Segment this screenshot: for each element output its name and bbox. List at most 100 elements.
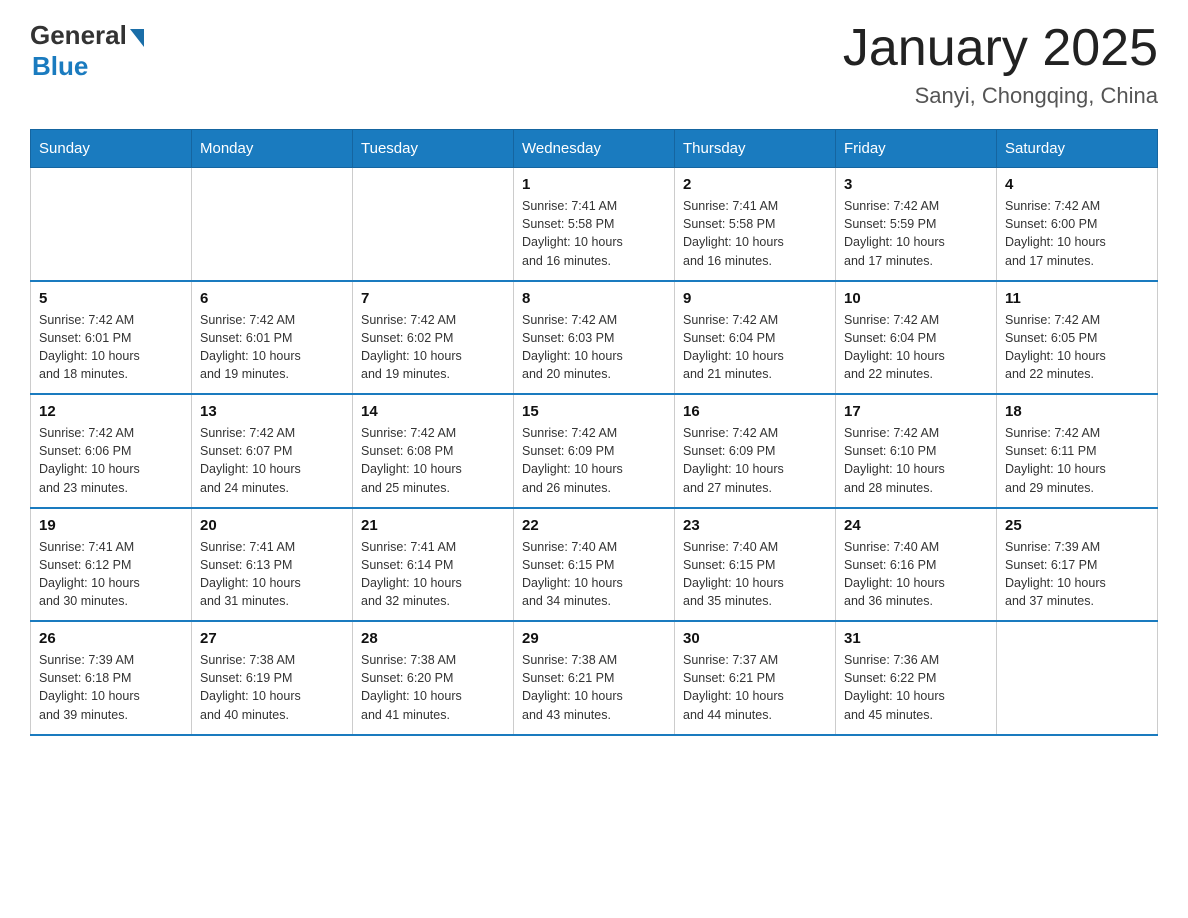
day-number: 5 [39,290,183,307]
day-number: 23 [683,517,827,534]
calendar-cell: 31 Sunrise: 7:36 AM Sunset: 6:22 PM Dayli… [836,621,997,735]
day-number: 8 [522,290,666,307]
day-number: 22 [522,517,666,534]
calendar-cell: 23 Sunrise: 7:40 AM Sunset: 6:15 PM Dayli… [675,508,836,622]
day-info: Sunrise: 7:42 AM Sunset: 6:01 PM Dayligh… [39,311,183,384]
calendar-week-2: 5 Sunrise: 7:42 AM Sunset: 6:01 PM Daylig… [31,281,1158,395]
day-info: Sunrise: 7:42 AM Sunset: 6:07 PM Dayligh… [200,424,344,497]
day-info: Sunrise: 7:42 AM Sunset: 6:03 PM Dayligh… [522,311,666,384]
calendar-cell: 19 Sunrise: 7:41 AM Sunset: 6:12 PM Dayli… [31,508,192,622]
day-number: 10 [844,290,988,307]
calendar-cell: 17Sunrise: 7:42 AM Sunset: 6:10 PM Dayli… [836,394,997,508]
logo-arrow-icon [130,29,144,47]
day-info: Sunrise: 7:42 AM Sunset: 6:04 PM Dayligh… [683,311,827,384]
calendar-week-4: 19 Sunrise: 7:41 AM Sunset: 6:12 PM Dayli… [31,508,1158,622]
calendar-header-tuesday: Tuesday [353,130,514,168]
calendar-cell: 26 Sunrise: 7:39 AM Sunset: 6:18 PM Dayli… [31,621,192,735]
calendar-header-row: SundayMondayTuesdayWednesdayThursdayFrid… [31,130,1158,168]
calendar-cell [192,168,353,281]
day-number: 2 [683,176,827,193]
day-info: Sunrise: 7:42 AM Sunset: 5:59 PM Dayligh… [844,197,988,270]
day-info: Sunrise: 7:42 AM Sunset: 6:09 PM Dayligh… [683,424,827,497]
calendar-subtitle: Sanyi, Chongqing, China [843,83,1158,109]
day-number: 24 [844,517,988,534]
calendar-cell: 29 Sunrise: 7:38 AM Sunset: 6:21 PM Dayli… [514,621,675,735]
day-number: 20 [200,517,344,534]
calendar-header-wednesday: Wednesday [514,130,675,168]
day-info: Sunrise: 7:41 AM Sunset: 5:58 PM Dayligh… [683,197,827,270]
day-number: 29 [522,630,666,647]
logo-blue-text: Blue [32,51,88,82]
day-info: Sunrise: 7:42 AM Sunset: 6:04 PM Dayligh… [844,311,988,384]
calendar-cell: 20Sunrise: 7:41 AM Sunset: 6:13 PM Dayli… [192,508,353,622]
calendar-cell: 2 Sunrise: 7:41 AM Sunset: 5:58 PM Daylig… [675,168,836,281]
logo-general-text: General [30,20,127,51]
calendar-cell: 3 Sunrise: 7:42 AM Sunset: 5:59 PM Daylig… [836,168,997,281]
calendar-cell: 18 Sunrise: 7:42 AM Sunset: 6:11 PM Dayli… [997,394,1158,508]
calendar-cell: 1Sunrise: 7:41 AM Sunset: 5:58 PM Daylig… [514,168,675,281]
day-number: 30 [683,630,827,647]
day-info: Sunrise: 7:41 AM Sunset: 5:58 PM Dayligh… [522,197,666,270]
calendar-cell: 10 Sunrise: 7:42 AM Sunset: 6:04 PM Dayli… [836,281,997,395]
day-info: Sunrise: 7:38 AM Sunset: 6:21 PM Dayligh… [522,651,666,724]
calendar-cell: 14 Sunrise: 7:42 AM Sunset: 6:08 PM Dayli… [353,394,514,508]
day-info: Sunrise: 7:41 AM Sunset: 6:12 PM Dayligh… [39,538,183,611]
day-number: 12 [39,403,183,420]
day-info: Sunrise: 7:42 AM Sunset: 6:09 PM Dayligh… [522,424,666,497]
day-info: Sunrise: 7:36 AM Sunset: 6:22 PM Dayligh… [844,651,988,724]
day-info: Sunrise: 7:40 AM Sunset: 6:15 PM Dayligh… [683,538,827,611]
calendar-cell: 30Sunrise: 7:37 AM Sunset: 6:21 PM Dayli… [675,621,836,735]
day-info: Sunrise: 7:38 AM Sunset: 6:20 PM Dayligh… [361,651,505,724]
day-number: 31 [844,630,988,647]
day-info: Sunrise: 7:42 AM Sunset: 6:01 PM Dayligh… [200,311,344,384]
day-info: Sunrise: 7:40 AM Sunset: 6:15 PM Dayligh… [522,538,666,611]
day-number: 27 [200,630,344,647]
calendar-header-thursday: Thursday [675,130,836,168]
calendar-header-monday: Monday [192,130,353,168]
day-info: Sunrise: 7:41 AM Sunset: 6:14 PM Dayligh… [361,538,505,611]
calendar-cell: 13Sunrise: 7:42 AM Sunset: 6:07 PM Dayli… [192,394,353,508]
calendar-cell: 21 Sunrise: 7:41 AM Sunset: 6:14 PM Dayli… [353,508,514,622]
calendar-week-5: 26 Sunrise: 7:39 AM Sunset: 6:18 PM Dayli… [31,621,1158,735]
calendar-cell: 28 Sunrise: 7:38 AM Sunset: 6:20 PM Dayli… [353,621,514,735]
calendar-cell [353,168,514,281]
day-number: 9 [683,290,827,307]
calendar-cell: 24 Sunrise: 7:40 AM Sunset: 6:16 PM Dayli… [836,508,997,622]
day-info: Sunrise: 7:42 AM Sunset: 6:08 PM Dayligh… [361,424,505,497]
day-info: Sunrise: 7:42 AM Sunset: 6:11 PM Dayligh… [1005,424,1149,497]
calendar-cell: 11 Sunrise: 7:42 AM Sunset: 6:05 PM Dayli… [997,281,1158,395]
calendar-cell: 16 Sunrise: 7:42 AM Sunset: 6:09 PM Dayli… [675,394,836,508]
day-info: Sunrise: 7:40 AM Sunset: 6:16 PM Dayligh… [844,538,988,611]
day-info: Sunrise: 7:42 AM Sunset: 6:00 PM Dayligh… [1005,197,1149,270]
day-number: 7 [361,290,505,307]
calendar-header-saturday: Saturday [997,130,1158,168]
day-number: 18 [1005,403,1149,420]
calendar-cell: 4 Sunrise: 7:42 AM Sunset: 6:00 PM Daylig… [997,168,1158,281]
calendar-table: SundayMondayTuesdayWednesdayThursdayFrid… [30,129,1158,736]
calendar-cell [997,621,1158,735]
day-number: 21 [361,517,505,534]
calendar-cell: 6Sunrise: 7:42 AM Sunset: 6:01 PM Daylig… [192,281,353,395]
day-info: Sunrise: 7:39 AM Sunset: 6:18 PM Dayligh… [39,651,183,724]
day-number: 4 [1005,176,1149,193]
day-info: Sunrise: 7:42 AM Sunset: 6:05 PM Dayligh… [1005,311,1149,384]
day-number: 3 [844,176,988,193]
calendar-week-3: 12 Sunrise: 7:42 AM Sunset: 6:06 PM Dayli… [31,394,1158,508]
calendar-cell: 12 Sunrise: 7:42 AM Sunset: 6:06 PM Dayli… [31,394,192,508]
calendar-cell [31,168,192,281]
calendar-cell: 22 Sunrise: 7:40 AM Sunset: 6:15 PM Dayli… [514,508,675,622]
day-info: Sunrise: 7:42 AM Sunset: 6:06 PM Dayligh… [39,424,183,497]
day-number: 26 [39,630,183,647]
day-number: 28 [361,630,505,647]
calendar-title: January 2025 [843,20,1158,77]
day-number: 14 [361,403,505,420]
calendar-cell: 5 Sunrise: 7:42 AM Sunset: 6:01 PM Daylig… [31,281,192,395]
day-number: 11 [1005,290,1149,307]
logo: General Blue [30,20,144,82]
calendar-cell: 15Sunrise: 7:42 AM Sunset: 6:09 PM Dayli… [514,394,675,508]
calendar-cell: 27Sunrise: 7:38 AM Sunset: 6:19 PM Dayli… [192,621,353,735]
day-number: 17 [844,403,988,420]
day-number: 16 [683,403,827,420]
calendar-header-friday: Friday [836,130,997,168]
day-number: 19 [39,517,183,534]
